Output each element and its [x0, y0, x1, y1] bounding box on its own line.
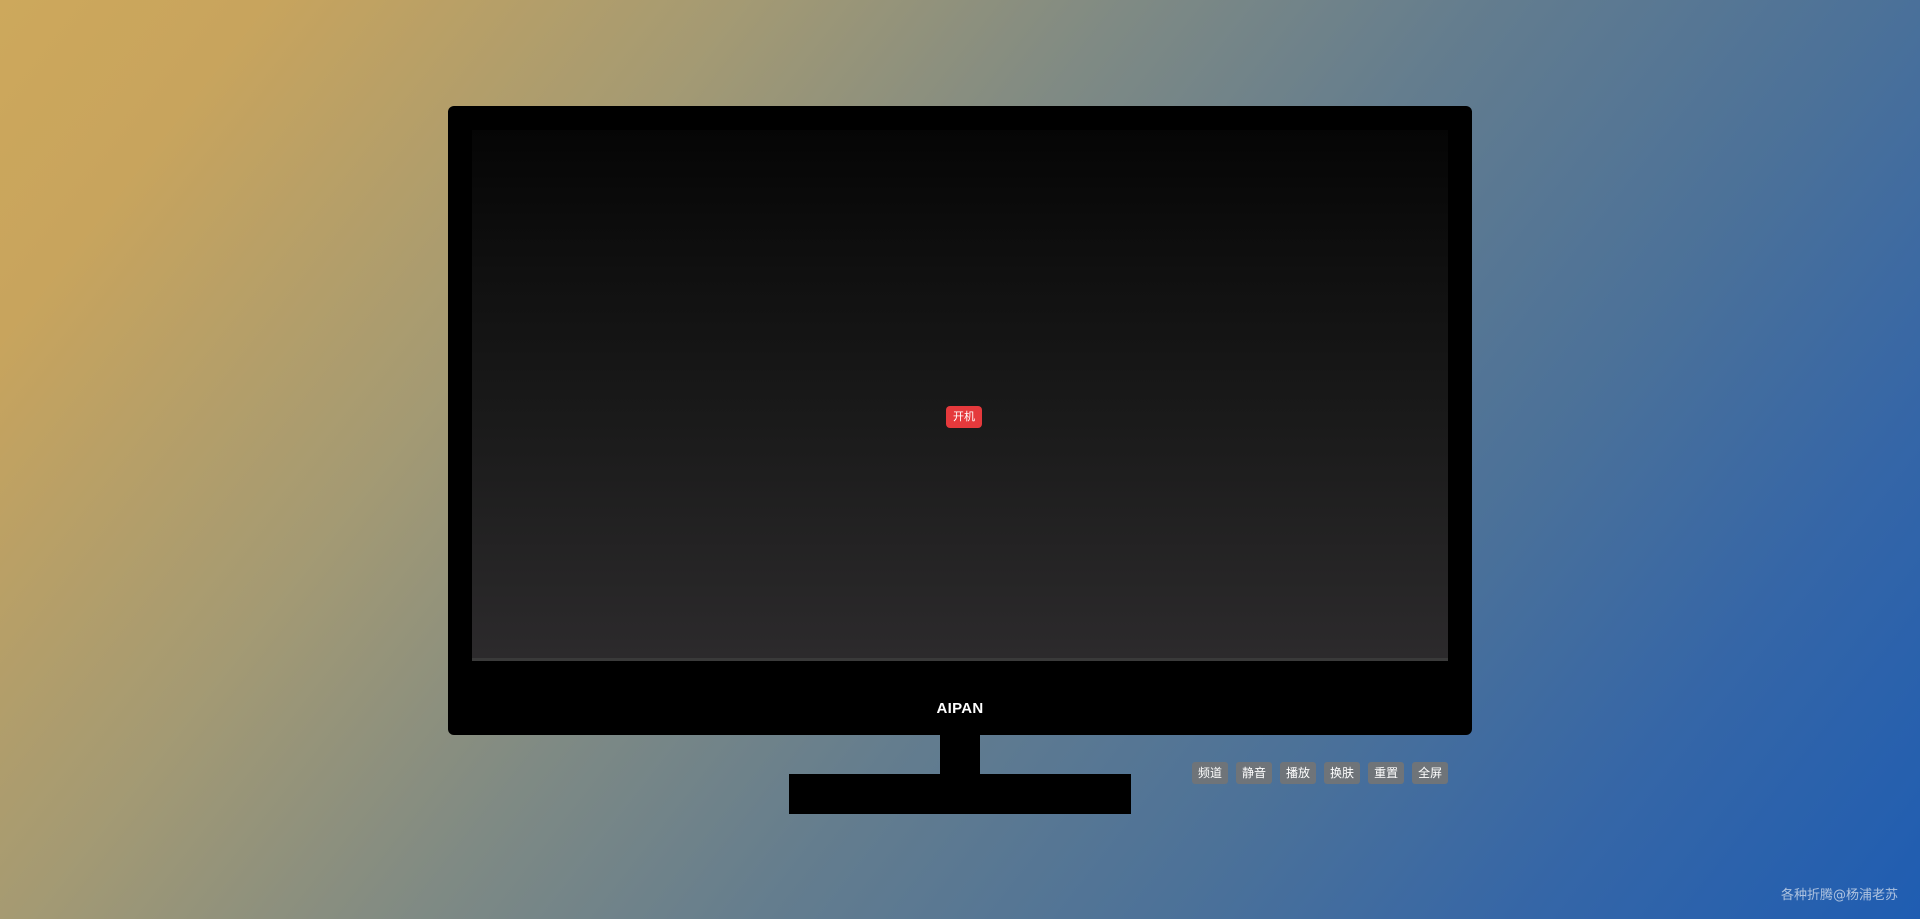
channel-button[interactable]: 频道: [1192, 762, 1229, 784]
skin-button[interactable]: 换肤: [1324, 762, 1361, 784]
footer-credit: 各种折腾@杨浦老苏: [1780, 888, 1898, 903]
tv-screen: 开机: [472, 130, 1448, 661]
tv-stand-neck: [940, 734, 980, 775]
fullscreen-button[interactable]: 全屏: [1412, 762, 1449, 784]
control-bar: 频道 静音 播放 换肤 重置 全屏: [1192, 762, 1449, 784]
mute-button[interactable]: 静音: [1236, 762, 1273, 784]
reset-button[interactable]: 重置: [1368, 762, 1405, 784]
play-button[interactable]: 播放: [1280, 762, 1317, 784]
tv-frame: 开机 AIPAN: [448, 106, 1472, 735]
tv-stand-base: [789, 774, 1131, 814]
power-on-button[interactable]: 开机: [946, 406, 982, 428]
brand-logo: AIPAN: [936, 700, 984, 717]
